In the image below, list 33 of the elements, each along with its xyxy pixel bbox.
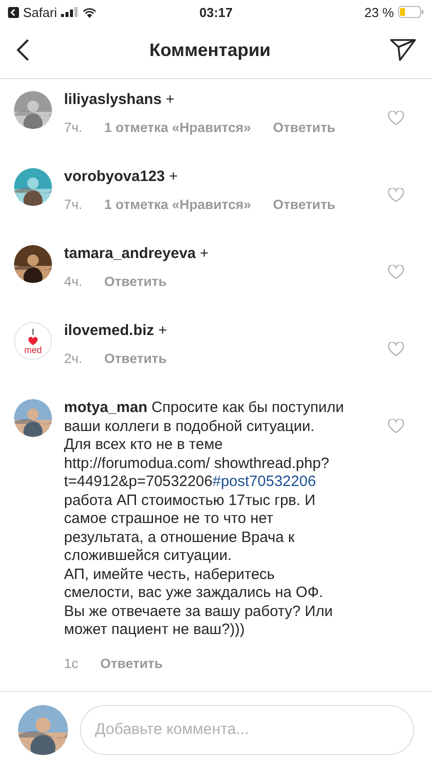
heart-icon[interactable] [388, 188, 404, 203]
reply-button[interactable]: Ответить [100, 656, 163, 670]
comment-time: 7ч. [64, 120, 82, 134]
heart-icon[interactable] [388, 342, 404, 357]
comment-text: vorobyova123 + [64, 168, 179, 186]
page-title: Комментарии [148, 40, 272, 60]
reply-button[interactable]: Ответить [272, 120, 336, 134]
comment-text: liliyaslyshans + [64, 91, 176, 110]
comment-text: ilovemed.biz + [64, 322, 168, 340]
comment-time: 2ч. [64, 350, 82, 366]
comment-input[interactable]: Добавьте коммента... [80, 705, 414, 755]
logo: I med [14, 322, 52, 360]
hashtag-link[interactable]: #post70532206 [212, 473, 316, 490]
heart-icon[interactable] [388, 265, 404, 280]
likes-count[interactable]: 1 отметка «Нравится» [104, 196, 251, 212]
heart-icon[interactable] [388, 419, 404, 434]
wifi-icon [82, 6, 97, 18]
battery-icon [398, 6, 424, 18]
signal-icon [60, 7, 78, 17]
clock: 03:17 [199, 4, 233, 20]
back-icon[interactable] [8, 6, 19, 18]
comment-text: motya_man Спросите как бы поступили ваши коллеги в подобной ситуации. Для всех кто не в теме http://forumodua.com/ showthread.php? t=44912&p=70532206#post70532206 работа АП стоимостью 17тыс грв. И самое страшное не то что нет результата, а отношение Врача к сложившейся ситуации. АП, имейте честь, наберитесь смелости, вас уже заждались на ОФ. Вы же отвечаете за вашу работу? Или может пациент не ваш?))) [64, 399, 345, 640]
heart-icon[interactable] [388, 111, 404, 126]
comment-time: 4ч. [64, 274, 82, 288]
battery-percentage: 23 % [364, 4, 394, 20]
comment-time: 7ч. [64, 196, 82, 212]
comment-time: 1с [64, 656, 78, 670]
reply-button[interactable]: Ответить [104, 274, 167, 288]
likes-count[interactable]: 1 отметка «Нравится» [104, 120, 251, 134]
reply-button[interactable]: Ответить [272, 196, 336, 212]
comment-text: tamara_andreyeva + [64, 245, 210, 264]
back-app-label[interactable]: Safari [23, 4, 57, 20]
reply-button[interactable]: Ответить [104, 350, 167, 366]
